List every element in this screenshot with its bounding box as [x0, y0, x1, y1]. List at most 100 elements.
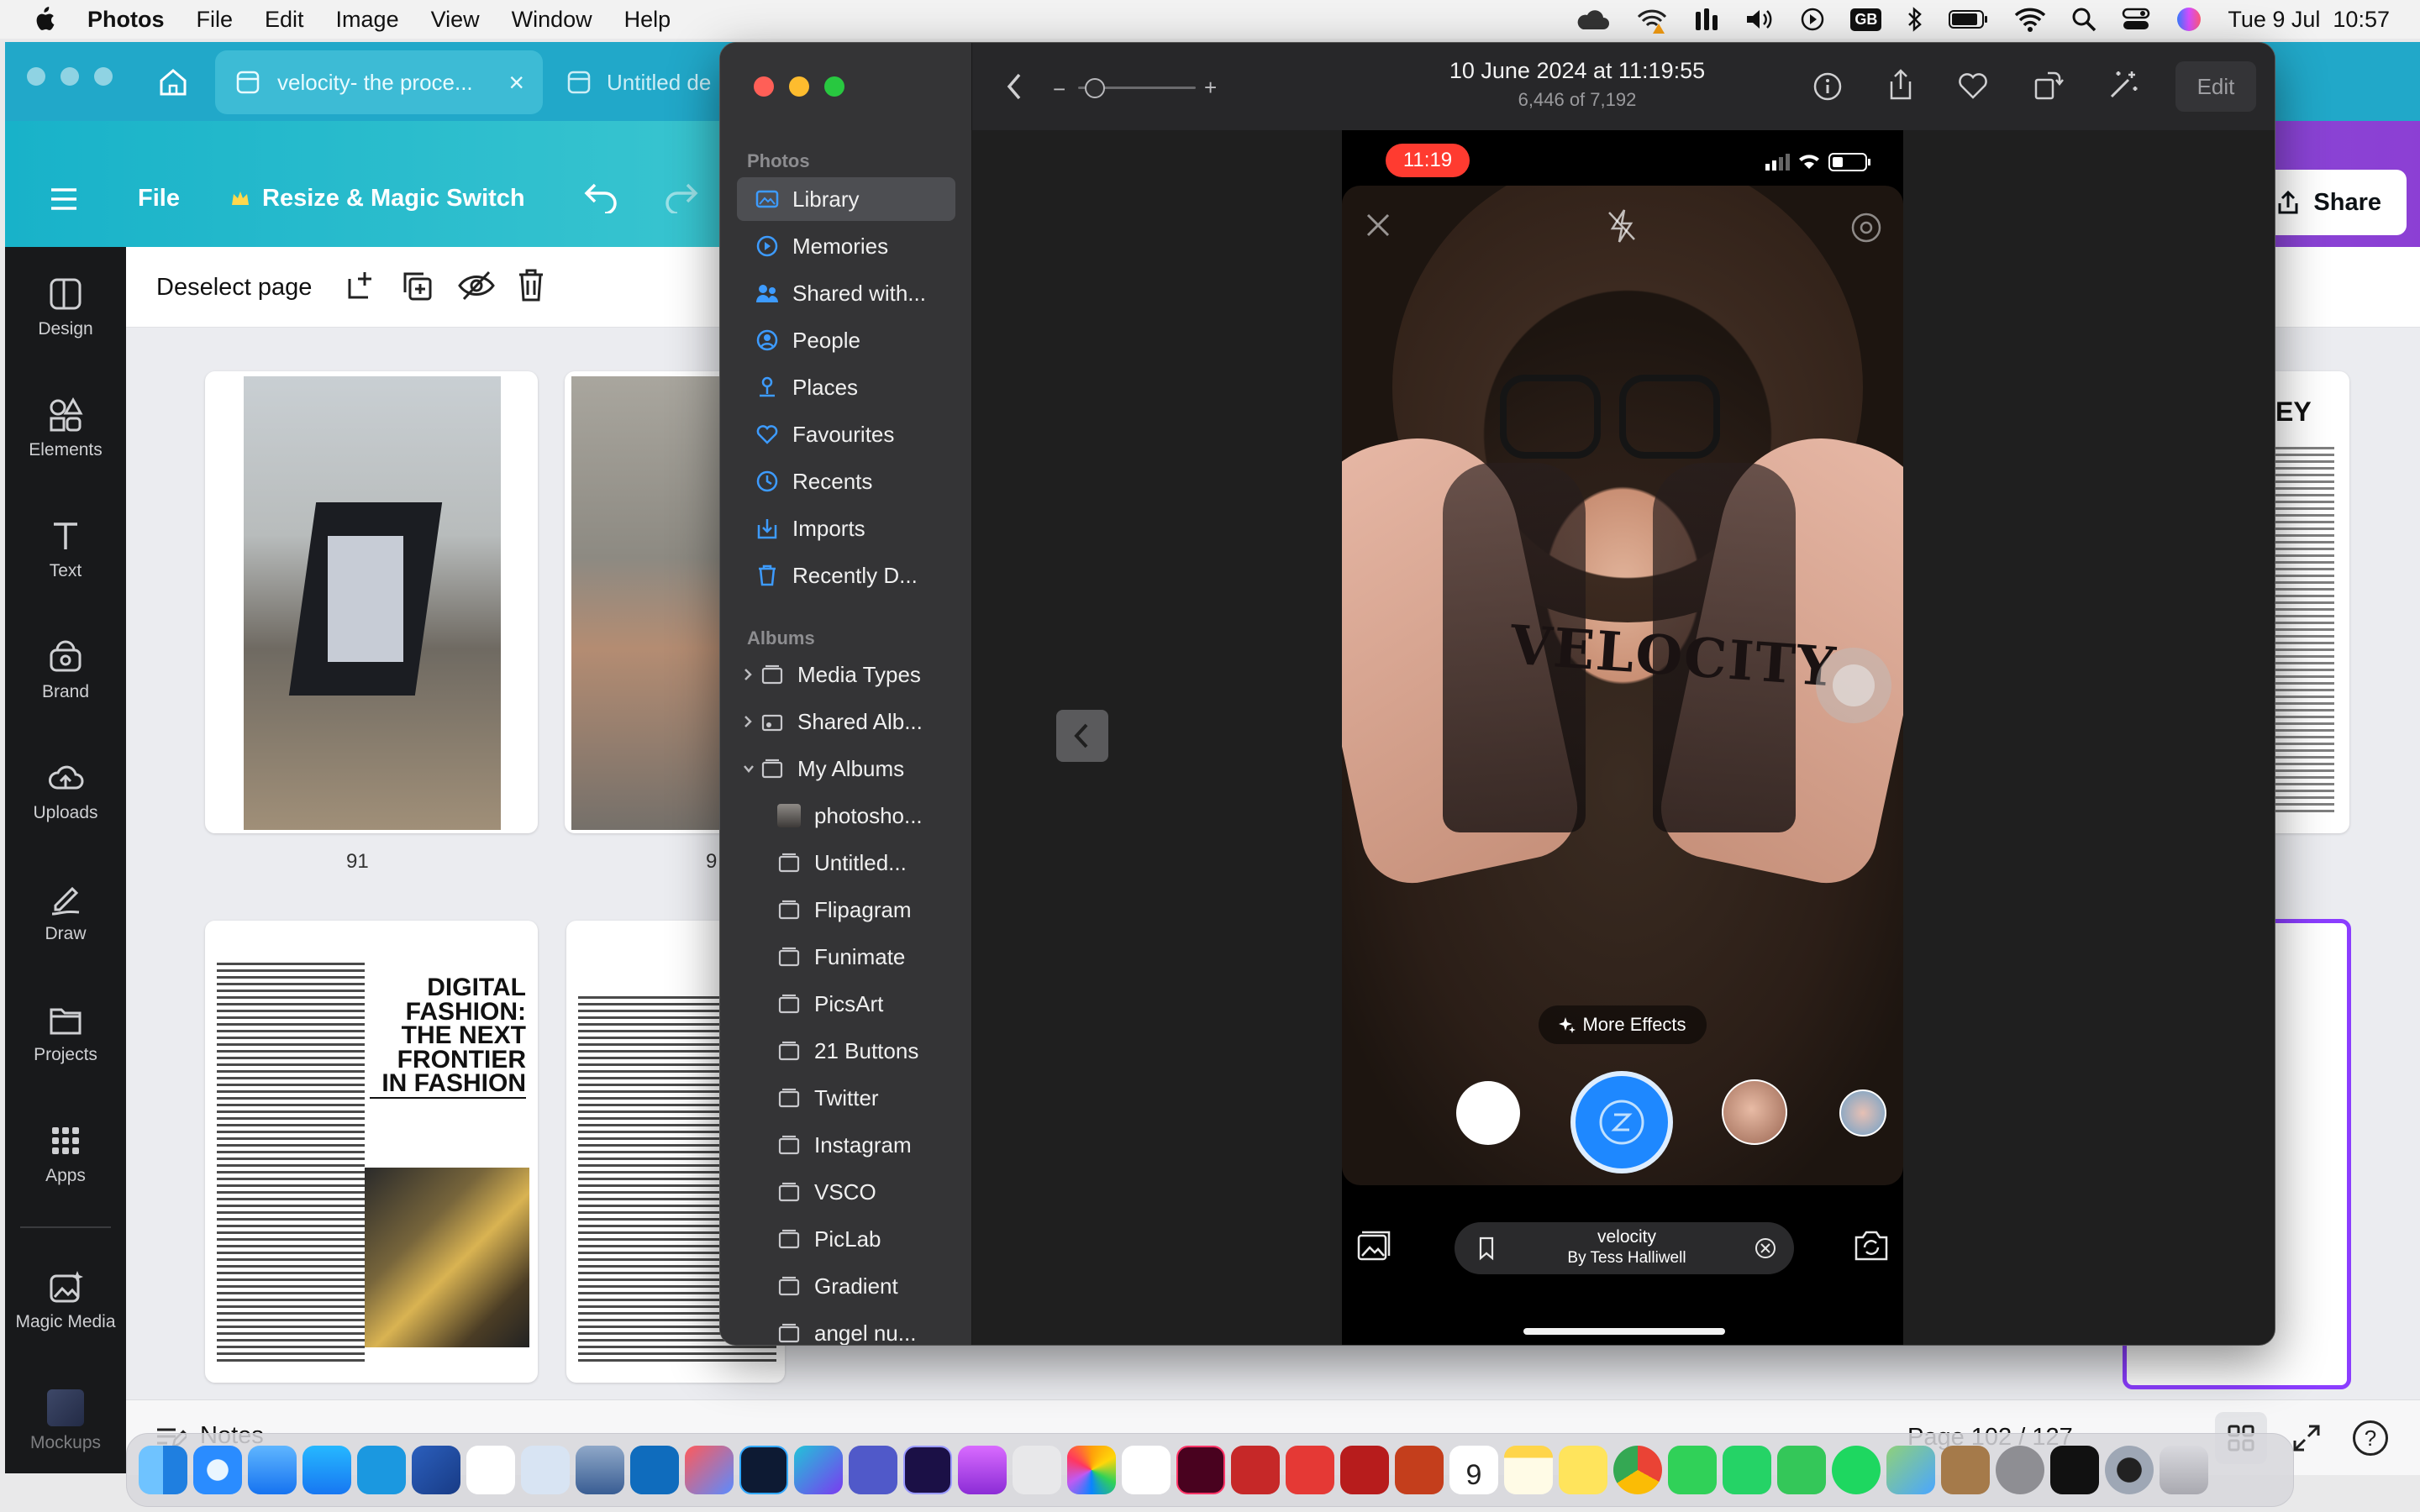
album-funimate[interactable]: Funimate	[759, 935, 960, 979]
chrome-icon[interactable]	[1613, 1446, 1662, 1494]
equalizer-icon[interactable]	[1694, 7, 1719, 32]
spotlight-icon[interactable]	[2071, 7, 2096, 32]
sidebar-item-shared-with[interactable]: Shared with...	[737, 271, 955, 315]
menu-view[interactable]: View	[431, 7, 480, 33]
reminders-icon[interactable]	[1122, 1446, 1171, 1494]
clock[interactable]: Tue 9 Jul 10:57	[2228, 7, 2390, 33]
sidebar-item-places[interactable]: Places	[737, 365, 955, 409]
flash-off-icon[interactable]	[1606, 207, 1638, 244]
menu-window[interactable]: Window	[512, 7, 592, 33]
effect-info-pill[interactable]: velocity By Tess Halliwell	[1455, 1222, 1794, 1274]
close-window-button[interactable]	[27, 67, 45, 86]
close-icon[interactable]	[1364, 211, 1392, 239]
keyboard-layout-badge[interactable]: GB	[1850, 8, 1882, 31]
trash-icon[interactable]	[2160, 1446, 2208, 1494]
minimize-window-button[interactable]	[60, 67, 79, 86]
creative-cloud-icon[interactable]	[1013, 1446, 1061, 1494]
photo-editor-icon[interactable]	[685, 1446, 734, 1494]
facetime-icon[interactable]	[1668, 1446, 1717, 1494]
app-name[interactable]: Photos	[87, 7, 165, 33]
stickies-icon[interactable]	[1559, 1446, 1607, 1494]
podcasts-icon[interactable]	[958, 1446, 1007, 1494]
album-photoshop[interactable]: photosho...	[759, 794, 960, 837]
siri-icon[interactable]	[2175, 6, 2202, 33]
zoom-window-button[interactable]	[824, 76, 844, 97]
album-gradient[interactable]: Gradient	[759, 1264, 960, 1308]
remove-effect-icon[interactable]	[1754, 1236, 1777, 1260]
effect-thumbnail-face[interactable]	[1722, 1079, 1787, 1145]
finder-icon[interactable]	[139, 1446, 187, 1494]
effect-settings-icon[interactable]	[1849, 211, 1883, 244]
archive-icon[interactable]	[1941, 1446, 1990, 1494]
print-icon[interactable]	[521, 1446, 570, 1494]
add-page-icon[interactable]	[345, 269, 378, 302]
previous-photo-button[interactable]	[1056, 710, 1108, 762]
deselect-page-button[interactable]: Deselect page	[156, 274, 312, 302]
bookmark-icon[interactable]	[1478, 1236, 1495, 1261]
messages-icon[interactable]	[1777, 1446, 1826, 1494]
help-button[interactable]: ?	[2353, 1420, 2388, 1456]
play-icon[interactable]	[1800, 7, 1825, 32]
sidebar-item-recently-deleted[interactable]: Recently D...	[737, 554, 955, 597]
tab-close-button[interactable]: ×	[508, 67, 524, 98]
photo-booth-icon[interactable]	[1231, 1446, 1280, 1494]
duplicate-page-icon[interactable]	[400, 269, 434, 302]
magic-wand-icon[interactable]	[2107, 68, 2140, 102]
photoshop-icon[interactable]	[739, 1446, 788, 1494]
spotify-icon[interactable]	[1832, 1446, 1881, 1494]
sidebar-item-text[interactable]: Text	[5, 517, 126, 581]
album-untitled[interactable]: Untitled...	[759, 841, 960, 885]
edit-button[interactable]: Edit	[2175, 61, 2256, 112]
dictionary-icon[interactable]	[1340, 1446, 1389, 1494]
zoom-slider-thumb[interactable]	[1085, 78, 1105, 98]
album-group-media-types[interactable]: Media Types	[737, 653, 955, 696]
file-menu-button[interactable]: File	[138, 185, 180, 213]
sidebar-item-uploads[interactable]: Uploads	[5, 759, 126, 823]
vpn-warning-icon[interactable]	[1635, 5, 1669, 34]
home-icon[interactable]	[156, 66, 190, 99]
sidebar-item-library[interactable]: Library	[737, 177, 955, 221]
after-effects-icon[interactable]	[903, 1446, 952, 1494]
menu-file[interactable]: File	[197, 7, 234, 33]
volume-icon[interactable]	[1744, 7, 1775, 32]
album-flipagram[interactable]: Flipagram	[759, 888, 960, 932]
rotate-icon[interactable]	[2033, 68, 2065, 102]
share-button[interactable]: Share	[2264, 170, 2407, 235]
album-piclab[interactable]: PicLab	[759, 1217, 960, 1261]
capture-button[interactable]	[1570, 1071, 1673, 1173]
menu-help[interactable]: Help	[624, 7, 671, 33]
gallery-icon[interactable]	[1355, 1229, 1392, 1263]
cloud-icon[interactable]	[1575, 8, 1610, 31]
delete-page-icon[interactable]	[514, 267, 548, 302]
sidebar-item-projects[interactable]: Projects	[5, 1001, 126, 1065]
zoom-slider[interactable]: − +	[1053, 75, 1221, 102]
effect-thumbnail-globe[interactable]	[1839, 1089, 1886, 1137]
capcut-icon[interactable]	[2050, 1446, 2099, 1494]
mail-icon[interactable]	[248, 1446, 297, 1494]
maps-icon[interactable]	[1886, 1446, 1935, 1494]
album-group-shared-albums[interactable]: Shared Alb...	[737, 700, 955, 743]
photos-icon[interactable]	[1067, 1446, 1116, 1494]
sidebar-item-memories[interactable]: Memories	[737, 224, 955, 268]
album-group-my-albums[interactable]: My Albums	[737, 747, 955, 790]
sidebar-item-apps[interactable]: Apps	[5, 1122, 126, 1186]
canva-icon[interactable]	[794, 1446, 843, 1494]
safari-icon[interactable]	[193, 1446, 242, 1494]
menu-image[interactable]: Image	[336, 7, 399, 33]
hide-page-icon[interactable]	[457, 269, 496, 302]
sidebar-item-brand[interactable]: Brand	[5, 638, 126, 702]
info-icon[interactable]	[1812, 71, 1843, 102]
album-twitter[interactable]: Twitter	[759, 1076, 960, 1120]
sidebar-item-mockups[interactable]: Mockups	[5, 1389, 126, 1453]
undo-icon[interactable]	[583, 180, 620, 213]
back-chevron-icon[interactable]	[1004, 71, 1024, 102]
whatsapp-icon[interactable]	[1723, 1446, 1771, 1494]
resize-magic-switch-button[interactable]: Resize & Magic Switch	[230, 185, 525, 213]
preview-icon[interactable]	[576, 1446, 624, 1494]
album-angel[interactable]: angel nu...	[759, 1311, 960, 1345]
bluetooth-icon[interactable]	[1907, 6, 1923, 33]
minimize-window-button[interactable]	[789, 76, 809, 97]
album-21-buttons[interactable]: 21 Buttons	[759, 1029, 960, 1073]
control-center-icon[interactable]	[2122, 8, 2150, 31]
more-effects-button[interactable]: More Effects	[1539, 1005, 1707, 1044]
